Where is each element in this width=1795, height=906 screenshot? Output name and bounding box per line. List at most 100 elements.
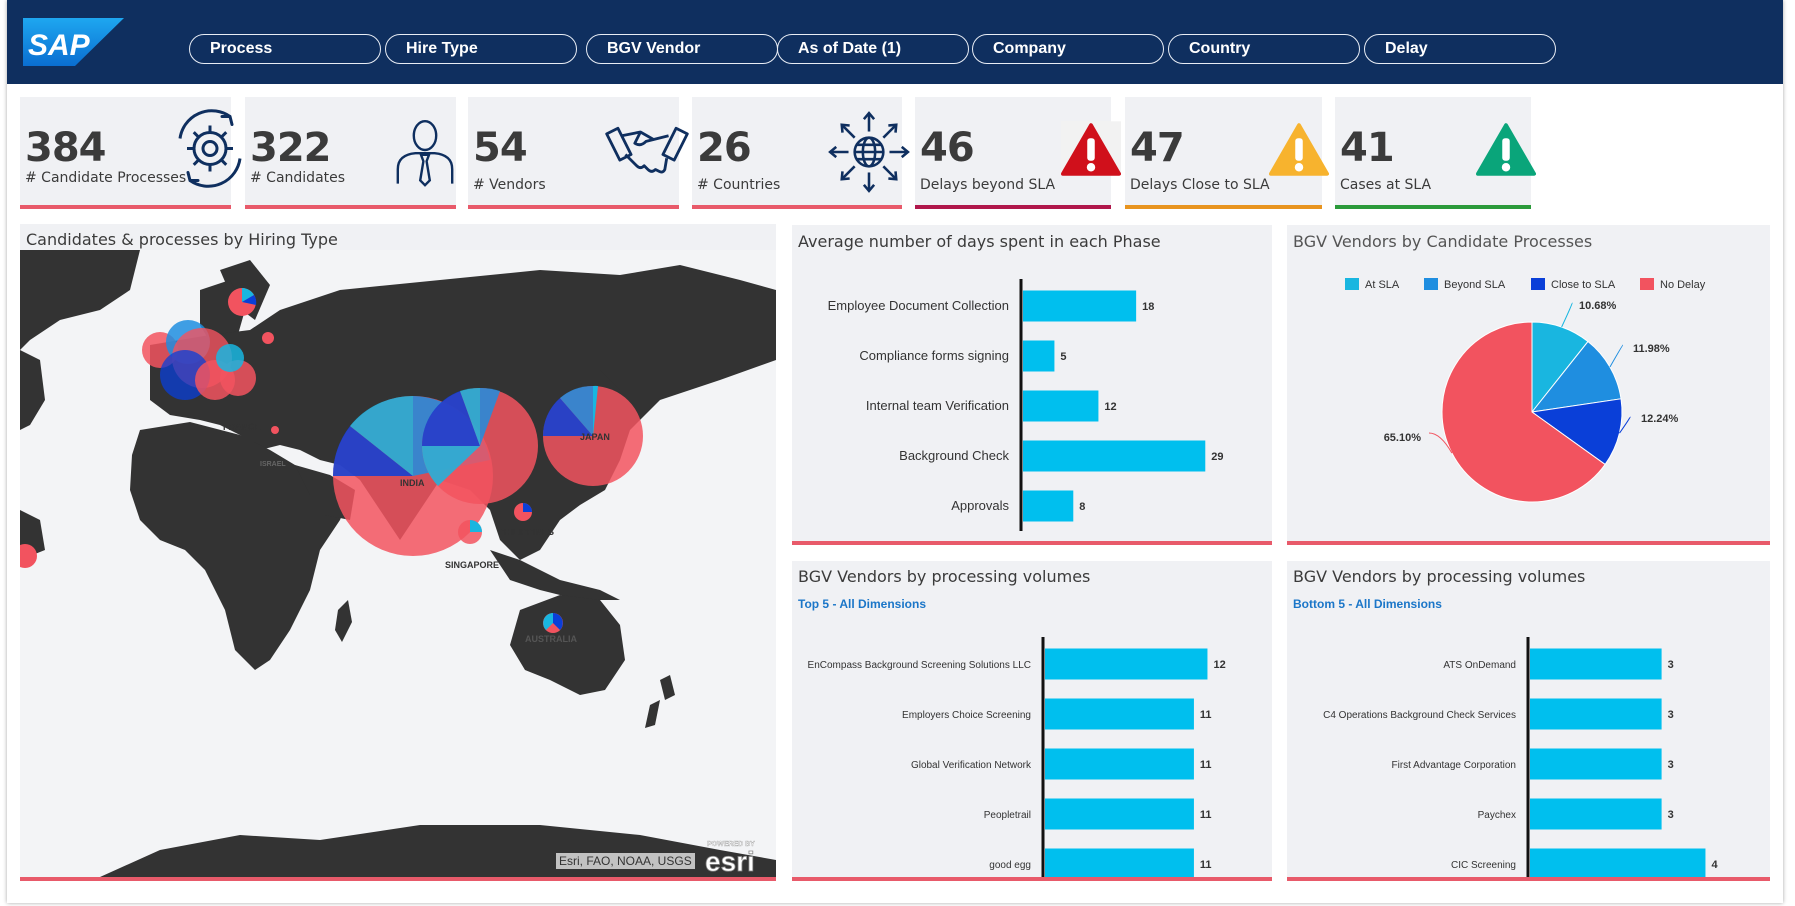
leader-line [1561,302,1573,328]
kpi-label: # Vendors [473,177,546,193]
kpi-label: # Candidate Processes [25,170,187,186]
category-label: Internal team Verification [866,398,1009,413]
phase-days-chart[interactable]: Employee Document Collection 18 Compliance… [792,255,1272,541]
value-label: 3 [1668,709,1674,721]
vendor-pie-panel: BGV Vendors by Candidate Processes At SL… [1287,225,1770,545]
legend-swatch [1531,278,1545,290]
slice-value-label: 65.10% [1384,432,1422,444]
top-bar: SAP Process Hire Type BGV Vendor As of Date… [7,0,1783,84]
handshake-icon [605,126,689,174]
bar[interactable] [1023,290,1137,322]
gear-cycle-icon [178,109,242,188]
value-label: 4 [1711,859,1718,871]
category-label: CIC Screening [1451,860,1516,871]
china-pie [421,387,538,504]
value-label: 12 [1104,401,1116,413]
logo-text: SAP [28,29,91,62]
value-label: 11 [1200,759,1212,771]
bar[interactable] [1530,698,1662,730]
bar[interactable] [1530,648,1662,680]
category-label: Global Verification Network [911,760,1032,771]
kpi-card-delays-beyond-sla[interactable]: 46 Delays beyond SLA [915,97,1121,209]
kpi-value: 47 [1130,125,1185,171]
kpi-value: 384 [25,125,106,171]
person-tie-icon [396,120,454,187]
slice-value-label: 10.68% [1579,300,1617,312]
map-label-philippines: PHILIPPINES [498,527,554,537]
bar[interactable] [1045,698,1194,730]
bar[interactable] [1530,848,1706,878]
kpi-label: # Candidates [250,170,346,186]
kpi-value: 46 [920,125,975,171]
bar[interactable] [1023,490,1074,522]
value-label: 29 [1211,451,1223,463]
value-label: 18 [1142,301,1154,313]
globe-arrows-icon [828,111,910,193]
bar[interactable] [1023,390,1099,422]
map-label-australia: AUSTRALIA [525,634,577,644]
bar[interactable] [1045,798,1194,830]
bottom5-vendors-panel: BGV Vendors by processing volumes Bottom… [1287,561,1770,881]
category-label: Peopletrail [984,810,1031,821]
bar[interactable] [1023,440,1206,472]
bar[interactable] [1023,340,1055,372]
legend-label: No Delay [1660,279,1706,291]
kpi-label: Cases at SLA [1340,177,1432,193]
kpi-card-candidate-processes[interactable]: 384 # Candidate Processes [20,97,242,209]
category-label: First Advantage Corporation [1391,760,1516,771]
filter-as-of-date-1[interactable]: As of Date (1) [777,34,969,64]
legend-swatch [1345,278,1359,290]
legend-swatch [1640,278,1654,290]
kpi-card-countries[interactable]: 26 # Countries [692,97,910,209]
category-label: C4 Operations Background Check Services [1323,710,1516,721]
value-label: 12 [1213,659,1225,671]
category-label: good egg [989,860,1031,871]
kpi-value: 26 [697,125,752,171]
category-label: Background Check [899,448,1009,463]
kpi-label: Delays beyond SLA [920,177,1056,193]
value-label: 8 [1079,501,1085,513]
kpi-card-delays-close-to-sla[interactable]: 47 Delays Close to SLA [1125,97,1329,209]
value-label: 11 [1200,709,1212,721]
top5-title: BGV Vendors by processing volumes [798,567,1091,586]
kpi-value: 322 [250,125,331,171]
category-label: Compliance forms signing [859,348,1009,363]
filter-company[interactable]: Company [972,34,1164,64]
value-label: 11 [1200,859,1212,871]
value-label: 5 [1060,351,1066,363]
filter-delay[interactable]: Delay [1364,34,1556,64]
bar[interactable] [1045,648,1208,680]
world-map[interactable]: FRANCE INDIA JAPAN PHILIPPINES SINGAPORE… [20,250,776,877]
esri-logo[interactable]: POWERED BY esri [703,837,767,875]
alert-orange-icon [1269,123,1329,176]
bar[interactable] [1045,748,1194,780]
bottom5-vendors-chart[interactable]: ATS OnDemand 3 C4 Operations Background Ch… [1287,607,1770,877]
filter-hire-type[interactable]: Hire Type [385,34,577,64]
value-label: 11 [1200,809,1212,821]
bottom5-title: BGV Vendors by processing volumes [1293,567,1586,586]
kpi-label: # Countries [697,177,781,193]
kpi-value: 54 [473,125,528,171]
kpi-card-vendors[interactable]: 54 # Vendors [468,97,689,209]
esri-wordmark: esri [705,846,755,875]
top5-vendors-chart[interactable]: EnCompass Background Screening Solutions… [792,607,1272,877]
legend-label: Close to SLA [1551,279,1616,291]
bar[interactable] [1530,798,1662,830]
phase-days-title: Average number of days spent in each Pha… [798,232,1161,251]
map-attribution[interactable]: Esri, FAO, NOAA, USGS [556,853,695,869]
dashboard: SAP Process Hire Type BGV Vendor As of Date… [7,0,1783,903]
category-label: Paychex [1478,810,1516,821]
bar[interactable] [1530,748,1662,780]
kpi-card-candidates[interactable]: 322 # Candidates [245,97,456,209]
leader-line [1609,344,1624,368]
bar[interactable] [1045,848,1194,878]
phase-days-panel: Average number of days spent in each Pha… [792,225,1272,545]
legend-swatch [1424,278,1438,290]
filter-process[interactable]: Process [189,34,381,64]
filter-bgv-vendor[interactable]: BGV Vendor [586,34,778,64]
map-label-singapore: SINGAPORE [445,560,499,570]
kpi-card-cases-at-sla[interactable]: 41 Cases at SLA [1335,97,1536,209]
vendor-pie-chart[interactable]: At SLA Beyond SLA Close to SLA No Delay 10.6… [1287,255,1770,541]
filter-country[interactable]: Country [1168,34,1360,64]
sap-logo[interactable]: SAP [23,18,124,66]
